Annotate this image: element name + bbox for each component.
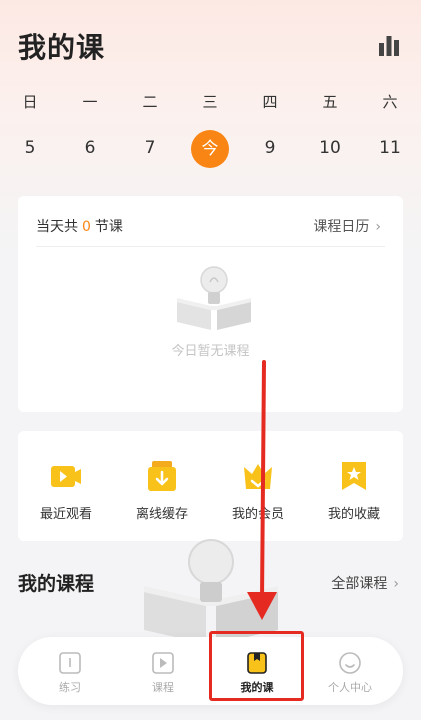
course-calendar-link[interactable]: 课程日历 › <box>313 216 381 236</box>
profile-face-icon <box>339 652 361 674</box>
shortcut-offline[interactable]: 离线缓存 <box>122 459 202 522</box>
shortcut-label: 我的会员 <box>231 507 284 522</box>
today-count-prefix: 当天共 <box>36 219 78 235</box>
shortcut-recent[interactable]: 最近观看 <box>26 459 106 522</box>
date-item[interactable]: 11 <box>370 138 410 158</box>
weekday-label: 四 <box>262 93 278 111</box>
tab-label: 个人中心 <box>328 681 372 694</box>
offline-download-icon <box>148 461 176 491</box>
weekday-row: 日 一 二 三 四 五 六 <box>0 87 421 117</box>
tab-label: 练习 <box>59 681 81 694</box>
book-lightbulb-illustration-icon <box>144 539 278 644</box>
course-play-icon <box>152 652 174 674</box>
my-courses-section-title: 我的课程 <box>18 573 95 595</box>
today-courses-card: 当天共 0 节课 课程日历 › 今日暂无课程 <box>18 196 403 412</box>
weekday-label: 一 <box>82 93 98 111</box>
date-item[interactable]: 7 <box>130 138 170 158</box>
header: 我的课 <box>0 0 421 80</box>
annotation-highlight-box <box>209 631 304 701</box>
tab-profile[interactable]: 个人中心 <box>310 651 390 695</box>
date-row: 5 6 7 今 9 10 11 <box>0 130 421 168</box>
shortcut-label: 离线缓存 <box>135 507 188 522</box>
tab-practice[interactable]: 练习 <box>30 651 110 695</box>
recent-video-icon <box>51 466 81 487</box>
empty-book-lightbulb-icon <box>177 266 251 330</box>
shortcut-label: 我的收藏 <box>327 507 380 522</box>
shortcut-favorites[interactable]: 我的收藏 <box>314 459 394 522</box>
favorite-star-icon <box>342 462 366 490</box>
date-item[interactable]: 9 <box>250 138 290 158</box>
tab-label: 课程 <box>152 681 174 694</box>
date-item[interactable]: 10 <box>310 138 350 158</box>
chevron-right-icon: › <box>393 576 399 592</box>
today-count-suffix: 节课 <box>94 219 123 235</box>
all-courses-label: 全部课程 <box>331 576 388 592</box>
today-course-count: 当天共 0 节课 <box>36 216 123 236</box>
date-item[interactable]: 5 <box>10 138 50 158</box>
weekday-label: 六 <box>382 93 398 111</box>
shortcut-card: 最近观看 离线缓存 我的会员 我的收藏 <box>18 431 403 541</box>
weekday-label: 五 <box>322 93 338 111</box>
empty-state-text: 今日暂无课程 <box>171 344 250 359</box>
shortcut-label: 最近观看 <box>39 507 92 522</box>
divider <box>36 246 385 247</box>
today-count-value: 0 <box>82 219 91 235</box>
page-title: 我的课 <box>18 31 106 64</box>
date-item-today[interactable]: 今 <box>191 130 229 168</box>
shortcut-membership[interactable]: 我的会员 <box>218 459 298 522</box>
all-courses-link[interactable]: 全部课程 › <box>331 573 399 593</box>
course-calendar-label: 课程日历 <box>313 219 370 235</box>
date-item[interactable]: 6 <box>70 138 110 158</box>
tab-courses[interactable]: 课程 <box>123 651 203 695</box>
weekday-label: 日 <box>22 93 38 111</box>
weekday-label: 三 <box>202 93 218 111</box>
membership-crown-icon <box>244 464 272 489</box>
bar-chart-icon[interactable] <box>377 34 401 56</box>
chevron-right-icon: › <box>375 219 381 235</box>
practice-book-icon <box>59 652 81 674</box>
weekday-label: 二 <box>142 93 158 111</box>
